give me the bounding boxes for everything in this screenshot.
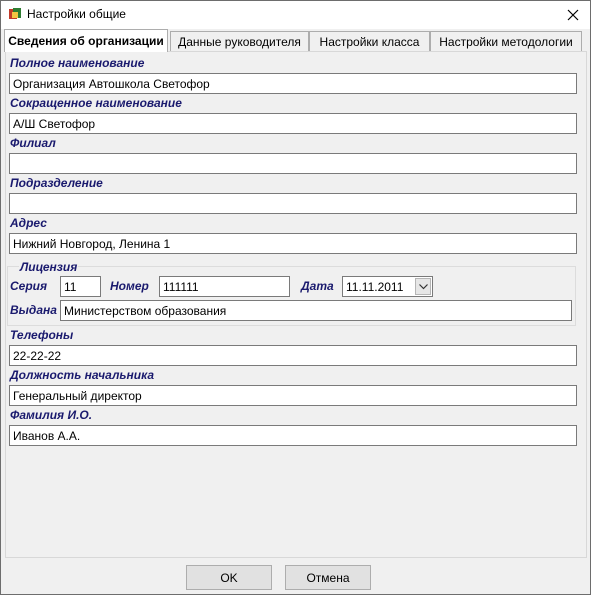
short-name-label: Сокращенное наименование xyxy=(10,96,182,110)
date-dropdown-button[interactable] xyxy=(415,278,431,295)
close-button[interactable] xyxy=(556,1,590,29)
manager-position-field[interactable]: Генеральный директор xyxy=(9,385,577,406)
tab-manager-data[interactable]: Данные руководителя xyxy=(170,31,309,51)
phones-field[interactable]: 22-22-22 xyxy=(9,345,577,366)
settings-dialog: Настройки общие Сведения об организации … xyxy=(0,0,591,595)
short-name-field[interactable]: А/Ш Светофор xyxy=(9,113,577,134)
license-number-label: Номер xyxy=(110,279,149,293)
manager-fio-field[interactable]: Иванов А.А. xyxy=(9,425,577,446)
branch-field[interactable] xyxy=(9,153,577,174)
license-number-field[interactable]: 111111 xyxy=(159,276,290,297)
branch-label: Филиал xyxy=(10,136,56,150)
division-field[interactable] xyxy=(9,193,577,214)
chevron-down-icon xyxy=(418,283,428,289)
division-label: Подразделение xyxy=(10,176,103,190)
close-icon xyxy=(567,9,579,21)
address-label: Адрес xyxy=(10,216,47,230)
license-series-label: Серия xyxy=(10,279,48,293)
window-title: Настройки общие xyxy=(27,7,126,21)
phones-label: Телефоны xyxy=(10,328,74,342)
tab-class-settings[interactable]: Настройки класса xyxy=(309,31,430,51)
license-date-label: Дата xyxy=(301,279,334,293)
app-icon xyxy=(8,7,22,21)
tab-organization[interactable]: Сведения об организации xyxy=(4,29,168,52)
license-issued-field[interactable]: Министерством образования xyxy=(60,300,572,321)
title-bar: Настройки общие xyxy=(1,1,590,29)
tab-strip: Сведения об организации Данные руководит… xyxy=(4,29,589,52)
license-date-value: 11.11.2011 xyxy=(346,280,404,294)
cancel-button[interactable]: Отмена xyxy=(285,565,371,590)
full-name-label: Полное наименование xyxy=(10,56,145,70)
address-field[interactable]: Нижний Новгород, Ленина 1 xyxy=(9,233,577,254)
license-date-picker[interactable]: 11.11.2011 xyxy=(342,276,433,297)
manager-fio-label: Фамилия И.О. xyxy=(10,408,93,422)
license-group-title: Лицензия xyxy=(19,260,79,274)
license-issued-label: Выдана xyxy=(10,303,57,317)
tab-methodology-settings[interactable]: Настройки методологии xyxy=(430,31,582,51)
ok-button[interactable]: OK xyxy=(186,565,272,590)
full-name-field[interactable]: Организация Автошкола Светофор xyxy=(9,73,577,94)
license-series-field[interactable]: 11 xyxy=(60,276,101,297)
manager-position-label: Должность начальника xyxy=(10,368,155,382)
